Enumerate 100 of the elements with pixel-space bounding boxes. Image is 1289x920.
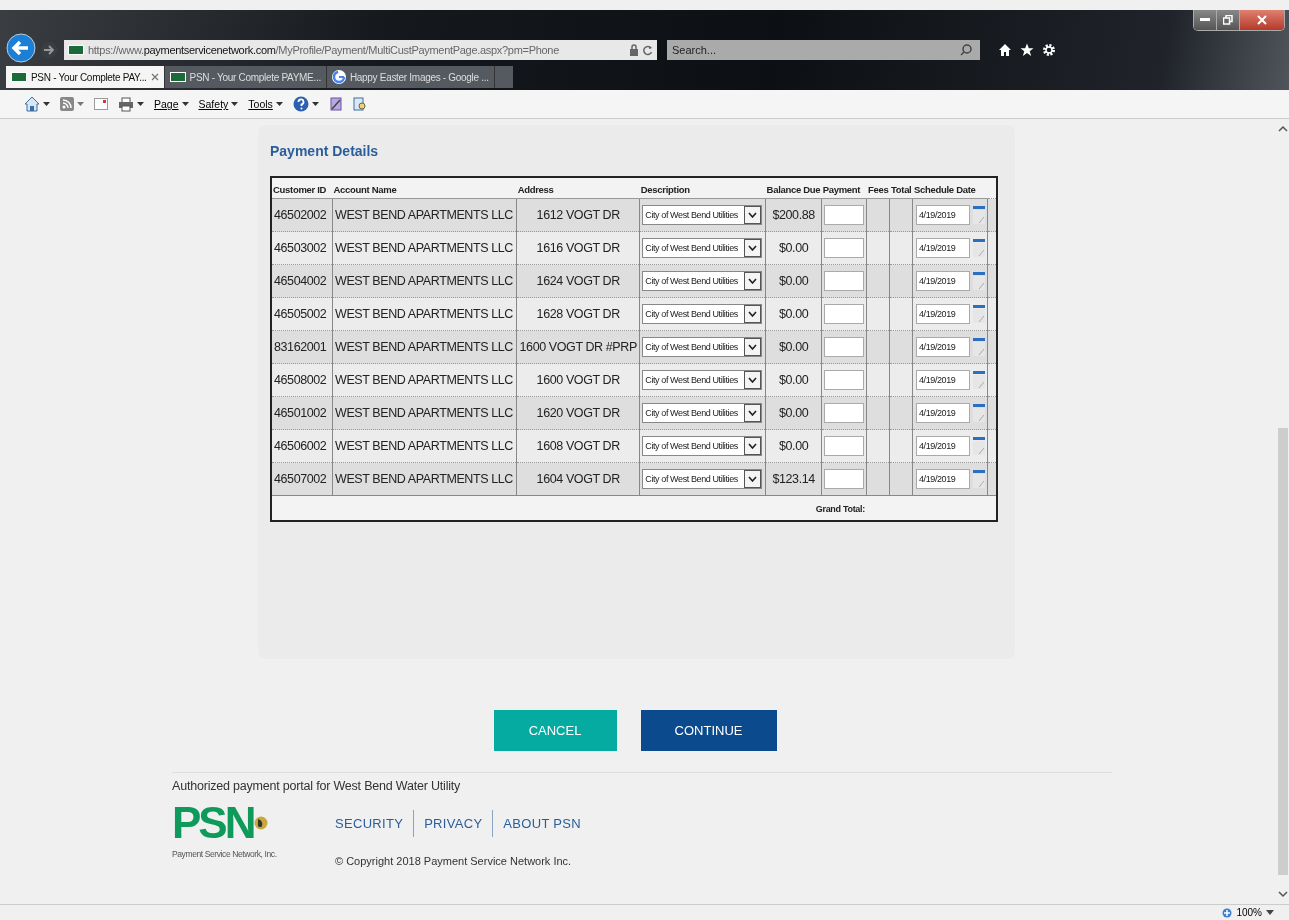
date-field[interactable]: 4/19/2019 — [916, 370, 970, 390]
date-field[interactable]: 4/19/2019 — [916, 304, 970, 324]
table-cell: 46505002 — [271, 297, 333, 331]
description-dropdown[interactable]: City of West Bend Utilities — [642, 436, 763, 456]
back-button[interactable] — [6, 33, 36, 63]
table-cell: 46506002 — [271, 429, 333, 463]
search-field[interactable]: Search... — [667, 40, 980, 60]
zoom-level[interactable]: 100% — [1222, 905, 1274, 920]
help-icon[interactable] — [292, 96, 319, 112]
table-cell: $200.88 — [765, 198, 822, 232]
table-cell: 1600 VOGT DR — [516, 363, 640, 397]
tools-icon[interactable] — [328, 97, 343, 111]
table-cell: 46502002 — [271, 198, 333, 232]
printer-icon[interactable] — [118, 96, 144, 112]
calendar-icon[interactable] — [973, 337, 985, 357]
date-field[interactable]: 4/19/2019 — [916, 337, 970, 357]
command-menu[interactable]: Page — [154, 98, 189, 110]
date-field[interactable]: 4/19/2019 — [916, 436, 970, 456]
table-cell: 1624 VOGT DR — [516, 264, 640, 298]
table-cell: 46501002 — [271, 396, 333, 430]
table-cell: 1612 VOGT DR — [516, 198, 640, 232]
payment-field[interactable] — [824, 337, 865, 357]
description-dropdown[interactable]: City of West Bend Utilities — [642, 304, 763, 324]
caret-icon — [231, 102, 239, 106]
description-dropdown[interactable]: City of West Bend Utilities — [642, 337, 763, 357]
zoom-icon — [1222, 907, 1233, 918]
refresh-icon[interactable] — [643, 44, 653, 56]
calendar-icon[interactable] — [973, 271, 985, 291]
footer-link[interactable]: PRIVACY — [424, 816, 483, 831]
description-dropdown[interactable]: City of West Bend Utilities — [642, 238, 763, 258]
column-header: Address — [516, 177, 640, 199]
star-icon[interactable] — [1020, 43, 1034, 57]
description-dropdown[interactable]: City of West Bend Utilities — [642, 403, 763, 423]
search-icon — [960, 44, 972, 56]
date-field[interactable]: 4/19/2019 — [916, 205, 970, 225]
description-dropdown[interactable]: City of West Bend Utilities — [642, 469, 763, 489]
payment-field[interactable] — [824, 271, 865, 291]
table-cell: 1620 VOGT DR — [516, 396, 640, 430]
payment-field[interactable] — [824, 436, 865, 456]
payment-field[interactable] — [824, 370, 865, 390]
minimize-icon — [1200, 18, 1210, 22]
description-dropdown[interactable]: City of West Bend Utilities — [642, 370, 763, 390]
section-title: Payment Details — [270, 143, 380, 159]
caret-icon — [748, 212, 758, 218]
table-cell: WEST BEND APARTMENTS LLC — [332, 264, 517, 298]
date-field[interactable]: 4/19/2019 — [916, 271, 970, 291]
browser-tab[interactable]: Happy Easter Images - Google ... — [326, 66, 495, 88]
mail-icon[interactable] — [94, 98, 108, 110]
browser-tab[interactable]: PSN - Your Complete PAYME... — [164, 66, 327, 88]
close-button[interactable] — [1240, 10, 1284, 30]
google-icon — [331, 70, 346, 84]
calendar-icon[interactable] — [973, 403, 985, 423]
calendar-icon[interactable] — [973, 205, 985, 225]
continue-button[interactable]: CONTINUE — [640, 710, 777, 751]
command-menu[interactable]: Safety — [198, 98, 239, 110]
psn-icon — [169, 72, 186, 82]
calendar-icon[interactable] — [973, 469, 985, 489]
table-cell: 1608 VOGT DR — [516, 429, 640, 463]
research-icon[interactable] — [352, 97, 367, 111]
table-cell: WEST BEND APARTMENTS LLC — [332, 396, 517, 430]
footer-link[interactable]: ABOUT PSN — [503, 816, 581, 831]
payment-field[interactable] — [824, 238, 865, 258]
payment-field[interactable] — [824, 469, 865, 489]
calendar-icon[interactable] — [973, 370, 985, 390]
table-cell: WEST BEND APARTMENTS LLC — [332, 297, 517, 331]
table-cell: $0.00 — [765, 429, 822, 463]
address-bar[interactable]: https://www.paymentservicenetwork.com/MyProfile/Payment/MultiCustPaymentPage.aspx?pm=Phone — [64, 40, 657, 60]
home-icon[interactable] — [24, 96, 50, 112]
url-text: https://www.paymentservicenetwork.com/MyProfile/Payment/MultiCustPaymentPage.aspx?pm=Phone — [88, 44, 560, 56]
command-menu[interactable]: Tools — [248, 98, 283, 110]
description-dropdown[interactable]: City of West Bend Utilities — [642, 205, 763, 225]
date-field[interactable]: 4/19/2019 — [916, 469, 970, 489]
table-cell: WEST BEND APARTMENTS LLC — [332, 363, 517, 397]
restore-button[interactable] — [1217, 10, 1240, 30]
payment-field[interactable] — [824, 403, 865, 423]
payment-field[interactable] — [824, 304, 865, 324]
caret-icon — [748, 410, 758, 416]
calendar-icon[interactable] — [973, 238, 985, 258]
payment-field[interactable] — [824, 205, 865, 225]
table-cell: 46504002 — [271, 264, 333, 298]
column-header: Description — [639, 177, 766, 199]
restore-icon — [1223, 15, 1233, 25]
caret-icon — [1266, 910, 1274, 915]
browser-tab[interactable]: PSN - Your Complete PAY... — [6, 66, 165, 88]
minimize-button[interactable] — [1194, 10, 1217, 30]
table-cell: 46508002 — [271, 363, 333, 397]
grand-total-label: Grand Total: — [815, 504, 865, 514]
home-icon[interactable] — [998, 43, 1012, 57]
caret-icon — [275, 102, 283, 106]
calendar-icon[interactable] — [973, 304, 985, 324]
date-field[interactable]: 4/19/2019 — [916, 403, 970, 423]
feed-icon[interactable] — [60, 97, 84, 111]
footer-link[interactable]: SECURITY — [335, 816, 404, 831]
description-dropdown[interactable]: City of West Bend Utilities — [642, 271, 763, 291]
date-field[interactable]: 4/19/2019 — [916, 238, 970, 258]
calendar-icon[interactable] — [973, 436, 985, 456]
table-cell: $0.00 — [765, 297, 822, 331]
table-cell: $0.00 — [765, 363, 822, 397]
close-icon[interactable] — [150, 73, 159, 81]
settings-icon[interactable] — [1042, 43, 1056, 57]
